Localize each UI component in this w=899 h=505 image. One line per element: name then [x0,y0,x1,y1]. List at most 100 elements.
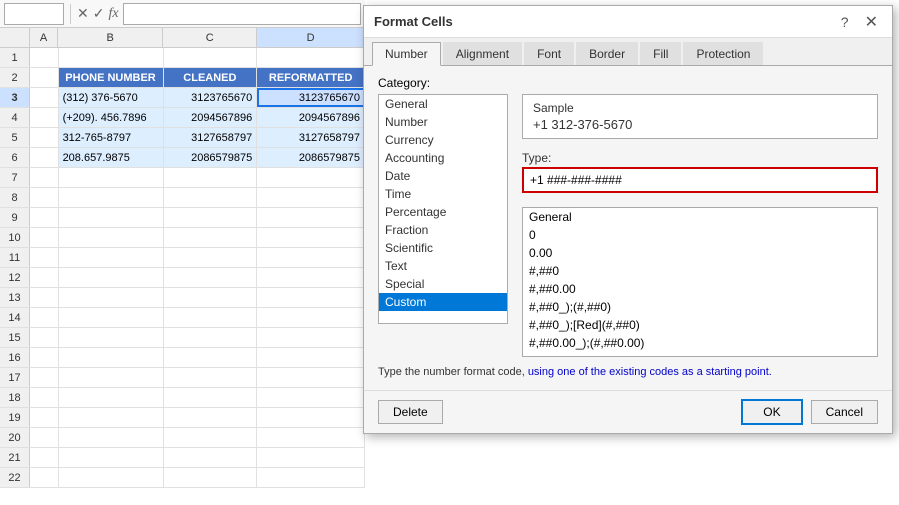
cancel-formula-icon[interactable]: ✕ [77,5,89,22]
category-list[interactable]: GeneralNumberCurrencyAccountingDateTimeP… [378,94,508,324]
row-header[interactable]: 10 [0,228,30,247]
category-item[interactable]: Text [379,257,507,275]
table-cell[interactable] [59,468,164,487]
tab-border[interactable]: Border [576,42,638,65]
table-cell[interactable]: 3123765670 [164,88,258,107]
tab-protection[interactable]: Protection [683,42,763,65]
table-cell[interactable] [164,48,258,67]
row-header[interactable]: 6 [0,148,30,167]
col-header-c[interactable]: C [163,28,257,47]
table-cell[interactable] [59,308,164,327]
formula-input[interactable]: =C3 [123,3,361,25]
tab-alignment[interactable]: Alignment [443,42,522,65]
row-header[interactable]: 8 [0,188,30,207]
table-cell[interactable]: 2094567896 [164,108,258,127]
category-item[interactable]: Percentage [379,203,507,221]
table-cell[interactable] [164,468,258,487]
table-cell[interactable] [164,268,258,287]
table-cell[interactable] [30,168,59,187]
table-cell[interactable] [164,408,258,427]
category-item[interactable]: Accounting [379,149,507,167]
format-item[interactable]: #,##0.00_);(#,##0.00) [523,334,877,352]
table-cell[interactable] [164,328,258,347]
table-cell[interactable] [59,188,164,207]
row-header[interactable]: 15 [0,328,30,347]
category-item[interactable]: Currency [379,131,507,149]
table-cell[interactable]: CLEANED [164,68,258,87]
table-cell[interactable] [30,188,59,207]
format-cells-dialog[interactable]: Format Cells ? ✕ NumberAlignmentFontBord… [363,5,893,434]
table-cell[interactable] [257,328,365,347]
format-item[interactable]: #,##0.00 [523,280,877,298]
table-cell[interactable] [59,388,164,407]
table-cell[interactable] [257,308,365,327]
table-cell[interactable] [257,408,365,427]
table-cell[interactable] [257,168,365,187]
table-cell[interactable] [30,108,59,127]
format-list[interactable]: General00.00#,##0#,##0.00#,##0_);(#,##0)… [522,207,878,357]
table-cell[interactable] [257,228,365,247]
table-cell[interactable] [164,308,258,327]
row-header[interactable]: 11 [0,248,30,267]
table-cell[interactable] [257,188,365,207]
category-item[interactable]: Number [379,113,507,131]
format-item[interactable]: 0 [523,226,877,244]
table-cell[interactable] [164,368,258,387]
table-cell[interactable] [257,288,365,307]
table-cell[interactable] [164,448,258,467]
table-cell[interactable] [59,48,164,67]
category-item[interactable]: General [379,95,507,113]
table-cell[interactable] [59,348,164,367]
table-cell[interactable] [59,408,164,427]
table-cell[interactable] [257,368,365,387]
insert-function-icon[interactable]: fx [108,6,118,22]
name-box[interactable]: D3 [4,3,64,25]
category-item[interactable]: Special [379,275,507,293]
row-header[interactable]: 4 [0,108,30,127]
col-header-a[interactable]: A [30,28,58,47]
table-cell[interactable] [59,248,164,267]
table-cell[interactable] [164,168,258,187]
format-item[interactable]: #,##0.00_);[Red](#,##0.00) [523,352,877,357]
format-item[interactable]: #,##0_);(#,##0) [523,298,877,316]
row-header[interactable]: 9 [0,208,30,227]
format-item[interactable]: 0.00 [523,244,877,262]
table-cell[interactable] [30,308,59,327]
row-header[interactable]: 14 [0,308,30,327]
row-header[interactable]: 5 [0,128,30,147]
row-header[interactable]: 17 [0,368,30,387]
row-header[interactable]: 19 [0,408,30,427]
col-header-d[interactable]: D [257,28,365,47]
tab-font[interactable]: Font [524,42,574,65]
category-item[interactable]: Fraction [379,221,507,239]
row-header[interactable]: 16 [0,348,30,367]
table-cell[interactable] [30,208,59,227]
table-cell[interactable] [164,288,258,307]
table-cell[interactable] [30,148,59,167]
dialog-help-button[interactable]: ? [837,14,853,30]
table-cell[interactable] [30,328,59,347]
table-cell[interactable] [257,468,365,487]
type-input[interactable]: +1 ###-###-#### [522,167,878,193]
table-cell[interactable] [30,368,59,387]
table-cell[interactable]: 3123765670 [257,88,365,107]
table-cell[interactable] [30,448,59,467]
table-cell[interactable]: (312) 376-5670 [59,88,164,107]
table-cell[interactable] [164,388,258,407]
table-cell[interactable] [30,88,59,107]
row-header[interactable]: 7 [0,168,30,187]
table-cell[interactable] [59,328,164,347]
row-header[interactable]: 21 [0,448,30,467]
table-cell[interactable] [30,388,59,407]
row-header[interactable]: 12 [0,268,30,287]
format-item[interactable]: General [523,208,877,226]
table-cell[interactable] [30,128,59,147]
tab-fill[interactable]: Fill [640,42,681,65]
table-cell[interactable] [164,208,258,227]
category-item[interactable]: Time [379,185,507,203]
table-cell[interactable] [59,448,164,467]
row-header[interactable]: 20 [0,428,30,447]
table-cell[interactable] [30,48,59,67]
cancel-button[interactable]: Cancel [811,400,878,424]
table-cell[interactable] [164,188,258,207]
